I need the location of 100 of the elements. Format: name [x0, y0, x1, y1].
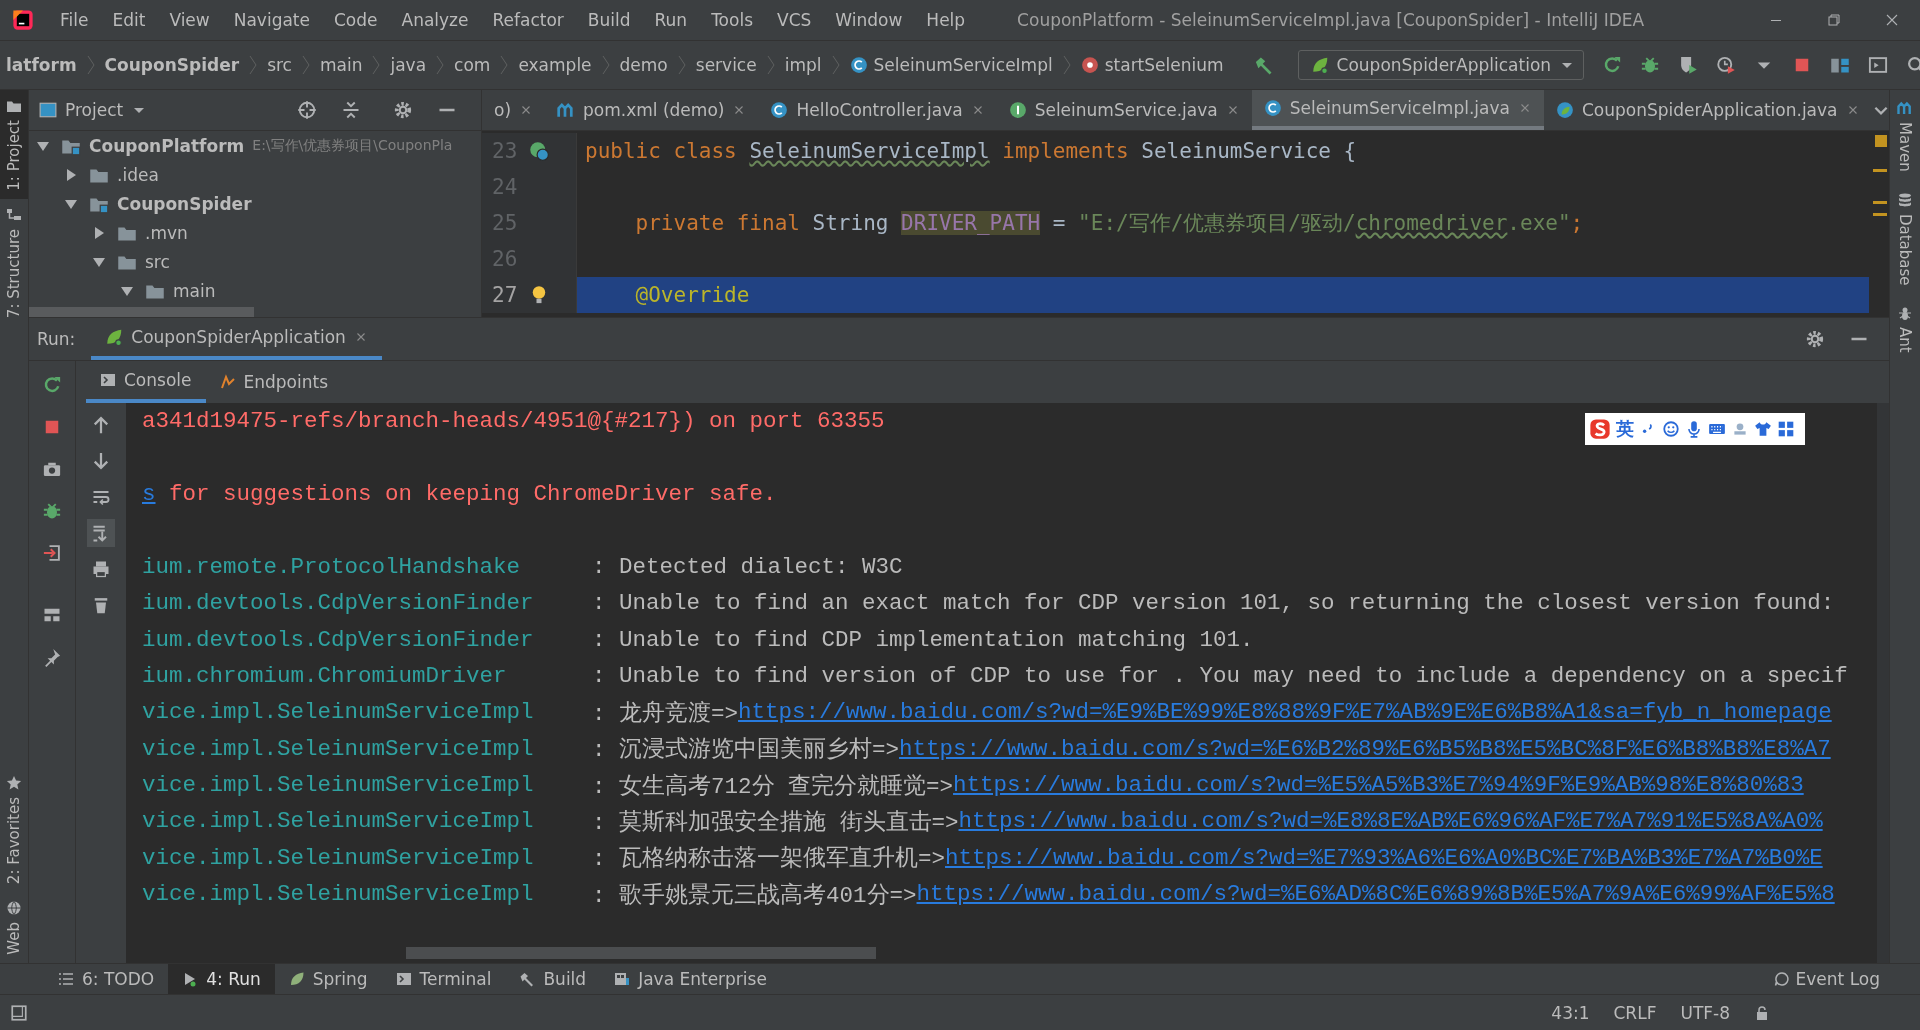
run-configuration-dropdown[interactable]: CouponSpiderApplication — [1297, 50, 1584, 80]
console-link[interactable]: https://www.baidu.com/s?wd=%E8%8E%AB%E6%96%AF%E7%A7%91%E5%8A%A0% — [958, 808, 1823, 835]
settings-icon[interactable] — [1805, 329, 1825, 349]
collapsed-arrow-icon[interactable] — [93, 226, 105, 239]
editor-tab[interactable]: SeleinumService.java — [996, 90, 1252, 130]
breadcrumb-item[interactable]: service — [689, 55, 763, 75]
console-link[interactable]: https://www.baidu.com/s?wd=%E7%93%A6%E6%A0%BC%E7%BA%B3%E7%A7%B0%E — [945, 844, 1823, 871]
breadcrumb-item[interactable]: SeleinumServiceImpl — [843, 55, 1059, 75]
menu-item[interactable]: Analyze — [389, 10, 481, 30]
breadcrumb-item[interactable]: src — [261, 55, 298, 75]
tool-windows-icon[interactable] — [10, 1003, 28, 1022]
tree-item[interactable]: src — [145, 251, 170, 272]
clock-play-icon[interactable] — [1715, 55, 1736, 75]
status-item[interactable]: 43:1 — [1551, 1002, 1590, 1023]
menu-item[interactable]: Help — [914, 10, 978, 30]
tool-window-tab[interactable]: Spring — [274, 964, 382, 994]
smiley-icon[interactable] — [1662, 420, 1680, 438]
project-view-dropdown[interactable]: Project — [39, 100, 148, 120]
editor-tab[interactable]: o) — [482, 90, 546, 130]
shirt-icon[interactable] — [1754, 420, 1772, 438]
breadcrumb-item[interactable]: com — [448, 55, 497, 75]
lock-icon[interactable] — [1754, 1004, 1770, 1021]
scrollbar[interactable] — [406, 947, 876, 959]
input-mode-toggle[interactable]: 英 — [1616, 417, 1634, 441]
menu-item[interactable]: Navigate — [221, 10, 322, 30]
editor-tab[interactable]: CouponSpiderApplication.java — [1543, 90, 1872, 130]
debug-icon[interactable] — [1639, 55, 1660, 75]
locate-icon[interactable] — [297, 100, 317, 120]
console-tab[interactable]: Endpoints — [205, 361, 343, 403]
tree-item[interactable]: .idea — [117, 164, 159, 185]
exit-arrow-icon[interactable] — [42, 543, 62, 563]
bug-icon[interactable] — [42, 501, 62, 521]
editor-tab[interactable]: HelloController.java — [758, 90, 997, 130]
menu-item[interactable]: Run — [642, 10, 700, 30]
menu-item[interactable]: Build — [575, 10, 643, 30]
tool-window-tab[interactable]: 7: Structure — [0, 198, 28, 326]
menu-item[interactable]: Tools — [699, 10, 765, 30]
breadcrumb-item[interactable]: latform — [0, 55, 83, 75]
tool-window-tab[interactable]: 6: TODO — [44, 964, 169, 994]
expanded-arrow-icon[interactable] — [121, 284, 133, 297]
status-item[interactable]: CRLF — [1613, 1002, 1657, 1023]
menu-item[interactable]: Code — [322, 10, 390, 30]
collapse-all-icon[interactable] — [341, 100, 361, 120]
scrollbar[interactable] — [29, 307, 254, 317]
scroll-to-end-icon[interactable] — [87, 519, 115, 547]
warning-marker[interactable] — [1875, 135, 1887, 147]
tool-window-tab[interactable]: 1: Project — [0, 90, 28, 199]
microphone-icon[interactable] — [1685, 420, 1703, 438]
grid-icon[interactable] — [1777, 420, 1795, 438]
hammer-icon[interactable] — [1253, 55, 1274, 75]
tree-item[interactable]: .mvn — [145, 222, 188, 243]
menu-item[interactable]: File — [48, 10, 101, 30]
console-link[interactable]: https://www.baidu.com/s?wd=%E9%BE%99%E8%88%9F%E7%AB%9E%E6%B8%A1&sa=fyb_n_homepage — [738, 699, 1832, 726]
tool-window-tab[interactable]: Ant — [1890, 295, 1920, 363]
down-arrow-icon[interactable] — [91, 451, 111, 471]
rerun-icon[interactable] — [42, 375, 62, 395]
breadcrumb-item[interactable]: main — [313, 55, 369, 75]
event-log-button[interactable]: Event Log — [1773, 969, 1880, 989]
console-link[interactable]: s — [142, 480, 156, 507]
expanded-arrow-icon[interactable] — [65, 197, 77, 210]
menu-item[interactable]: Edit — [100, 10, 158, 30]
tree-item[interactable]: CouponPlatform — [89, 135, 245, 156]
tool-window-tab[interactable]: Database — [1890, 181, 1920, 296]
console-link[interactable]: https://www.baidu.com/s?wd=%E5%A5%B3%E7%94%9F%E9%AB%98%E8%80%83 — [953, 772, 1804, 799]
breadcrumb-item[interactable]: CouponSpider — [98, 55, 246, 75]
pin-icon[interactable] — [42, 647, 62, 667]
editor-tab[interactable]: pom.xml (demo) — [545, 90, 759, 130]
settings-icon[interactable] — [393, 100, 413, 120]
tool-window-tab[interactable]: Terminal — [381, 964, 506, 994]
breadcrumb-item[interactable]: demo — [613, 55, 674, 75]
menu-item[interactable]: View — [157, 10, 222, 30]
breadcrumb-item[interactable]: impl — [778, 55, 828, 75]
run-tab[interactable]: CouponSpiderApplication — [91, 318, 382, 360]
tool-window-tab[interactable]: Web — [0, 892, 28, 963]
collapsed-arrow-icon[interactable] — [65, 168, 77, 181]
menu-item[interactable]: VCS — [765, 10, 824, 30]
restore-icon[interactable] — [1826, 12, 1842, 28]
tool-window-tab[interactable]: 2: Favorites — [0, 767, 28, 893]
editor-tab[interactable]: SeleinumServiceImpl.java — [1251, 90, 1544, 130]
tree-item[interactable]: CouponSpider — [117, 193, 252, 214]
up-arrow-icon[interactable] — [91, 415, 111, 435]
tool-window-tab[interactable]: Build — [505, 964, 601, 994]
console-link[interactable]: https://www.baidu.com/s?wd=%E6%AD%8C%E6%89%8B%E5%A7%9A%E6%99%AF%E5%8 — [916, 881, 1835, 908]
printer-icon[interactable] — [91, 559, 111, 579]
expanded-arrow-icon[interactable] — [37, 139, 49, 152]
breadcrumb-item[interactable]: example — [512, 55, 598, 75]
breadcrumb-item[interactable]: java — [384, 55, 433, 75]
menu-item[interactable]: Refactor — [480, 10, 576, 30]
implementation-icon[interactable] — [529, 141, 550, 161]
tree-item[interactable]: main — [173, 280, 216, 301]
close-icon[interactable] — [1884, 12, 1900, 28]
console-link[interactable]: https://www.baidu.com/s?wd=%E6%B2%89%E6%B5%B8%E5%BC%8F%E6%B8%B8%E8%A7 — [899, 735, 1831, 762]
expanded-arrow-icon[interactable] — [93, 255, 105, 268]
menu-item[interactable]: Window — [823, 10, 915, 30]
tool-window-tab[interactable]: Maven — [1890, 90, 1920, 182]
status-item[interactable]: UTF-8 — [1680, 1002, 1730, 1023]
tool-window-tab[interactable]: Java Enterprise — [600, 964, 781, 994]
tool-window-tab[interactable]: 4: Run — [168, 964, 275, 994]
window-play-icon[interactable] — [1867, 55, 1888, 75]
breadcrumb-item[interactable]: startSelenium — [1074, 55, 1230, 75]
